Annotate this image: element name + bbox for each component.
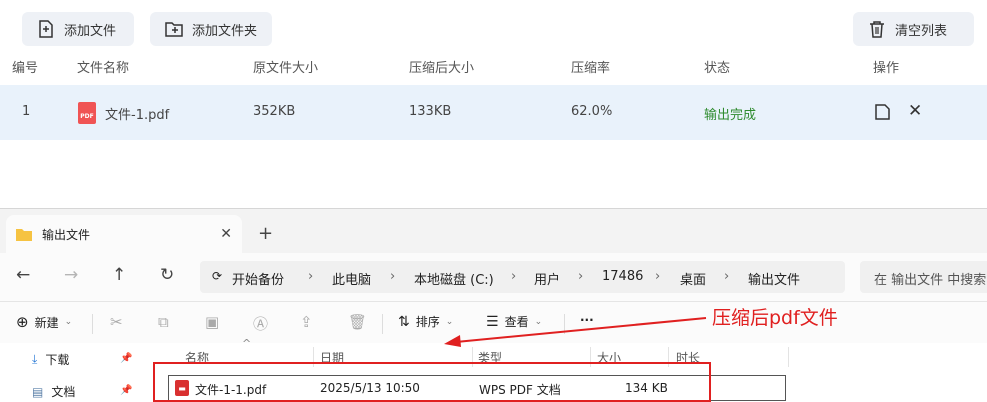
open-folder-icon[interactable]: [874, 103, 892, 125]
divider: [788, 347, 789, 367]
annotation-label: 压缩后pdf文件: [712, 307, 838, 329]
row-original-size: 352KB: [253, 104, 296, 119]
breadcrumb-users[interactable]: 用户: [534, 269, 560, 288]
breadcrumb-user[interactable]: 17486: [602, 269, 643, 284]
search-input[interactable]: 在 输出文件 中搜索: [860, 261, 987, 293]
sidebar-item-label: 下载: [45, 353, 70, 367]
share-icon[interactable]: ⇪: [300, 313, 313, 331]
backup-icon: ⟳: [212, 269, 223, 283]
folder-icon: [16, 229, 32, 241]
clear-list-label: 清空列表: [895, 23, 948, 39]
chevron-down-icon: ⌄: [64, 317, 73, 327]
table-header: 编号 文件名称 原文件大小 压缩后大小 压缩率 状态 操作: [0, 57, 987, 77]
row-status: 输出完成: [704, 108, 757, 123]
remove-row-icon[interactable]: ✕: [908, 101, 922, 121]
add-file-label: 添加文件: [64, 23, 117, 39]
highlight-box: [153, 362, 711, 402]
col-compressed-size: 压缩后大小: [409, 61, 475, 76]
breadcrumb[interactable]: ⟳ 开始备份 › 此电脑 › 本地磁盘 (C:) › 用户 › 17486 › …: [200, 261, 845, 293]
close-tab-icon[interactable]: ✕: [220, 226, 232, 242]
tab-title: 输出文件: [42, 227, 91, 242]
breadcrumb-output[interactable]: 输出文件: [748, 269, 800, 288]
compressor-app: 添加文件 添加文件夹 清空列表 编号 文件名称 原文件大小 压缩后大小 压缩率 …: [0, 0, 987, 200]
col-index: 编号: [12, 61, 39, 76]
col-actions: 操作: [873, 61, 900, 76]
divider: [92, 314, 93, 334]
forward-icon[interactable]: →: [64, 265, 78, 285]
pdf-file-icon: PDF: [78, 102, 96, 124]
sidebar-item-downloads[interactable]: ⤓ 下载: [32, 351, 69, 368]
row-compressed-size: 133KB: [409, 104, 452, 119]
add-folder-button[interactable]: 添加文件夹: [150, 12, 272, 46]
nav-pane: ⤓ 下载 📌 ▤ 文档 📌: [0, 343, 150, 401]
table-row[interactable]: 1 PDF 文件-1.pdf 352KB 133KB 62.0% 输出完成 ✕: [0, 85, 987, 140]
back-icon[interactable]: ←: [16, 265, 30, 285]
add-folder-icon: [165, 22, 183, 37]
breadcrumb-desktop[interactable]: 桌面: [680, 269, 706, 288]
add-file-button[interactable]: 添加文件: [22, 12, 134, 46]
up-icon[interactable]: ↑: [112, 265, 126, 285]
chevron-right-icon: ›: [390, 269, 396, 284]
chevron-right-icon: ›: [655, 269, 661, 284]
row-filename: 文件-1.pdf: [105, 108, 170, 123]
clear-list-button[interactable]: 清空列表: [853, 12, 974, 46]
delete-icon[interactable]: 🗑: [348, 313, 367, 331]
address-bar: ← → ↑ ↻ ⟳ 开始备份 › 此电脑 › 本地磁盘 (C:) › 用户 › …: [0, 253, 987, 301]
sidebar-item-documents[interactable]: ▤ 文档: [32, 383, 75, 400]
add-file-icon: [39, 20, 53, 38]
col-status: 状态: [704, 61, 731, 76]
pin-icon[interactable]: 📌: [120, 353, 132, 364]
cut-icon[interactable]: ✂: [110, 313, 123, 331]
download-icon: ⤓: [32, 352, 38, 366]
new-tab-icon[interactable]: +: [258, 223, 273, 244]
plus-circle-icon: ⊕: [16, 313, 29, 331]
sort-ascending-icon: ^: [242, 337, 252, 350]
new-button[interactable]: ⊕ 新建 ⌄: [16, 313, 72, 331]
divider: [382, 314, 383, 334]
col-ratio: 压缩率: [571, 61, 611, 76]
copy-icon[interactable]: ⧉: [158, 313, 169, 331]
refresh-icon[interactable]: ↻: [160, 265, 174, 285]
sort-label: 排序: [415, 315, 440, 329]
breadcrumb-local-disk[interactable]: 本地磁盘 (C:): [414, 269, 494, 288]
chevron-right-icon: ›: [724, 269, 730, 284]
document-icon: ▤: [32, 384, 44, 399]
chevron-right-icon: ›: [578, 269, 584, 284]
col-name: 文件名称: [77, 61, 130, 76]
sidebar-item-label: 文档: [51, 385, 76, 399]
paste-icon[interactable]: ▣: [205, 313, 219, 331]
rename-icon[interactable]: Ⓐ: [253, 313, 268, 334]
sort-icon: ⇅: [398, 313, 410, 330]
row-index: 1: [22, 104, 31, 119]
breadcrumb-backup[interactable]: 开始备份: [232, 269, 284, 288]
trash-icon: [870, 21, 884, 38]
chevron-right-icon: ›: [308, 269, 314, 284]
breadcrumb-this-pc[interactable]: 此电脑: [332, 269, 371, 288]
row-ratio: 62.0%: [571, 104, 613, 119]
new-label: 新建: [34, 315, 59, 330]
pdf-file-icon-text: PDF: [80, 113, 94, 120]
annotation-arrow-icon: [444, 317, 707, 347]
chevron-right-icon: ›: [511, 269, 517, 284]
explorer-tab[interactable]: 输出文件 ✕: [6, 215, 242, 253]
pin-icon[interactable]: 📌: [120, 385, 132, 396]
add-folder-label: 添加文件夹: [192, 23, 258, 39]
col-original-size: 原文件大小: [253, 61, 319, 76]
